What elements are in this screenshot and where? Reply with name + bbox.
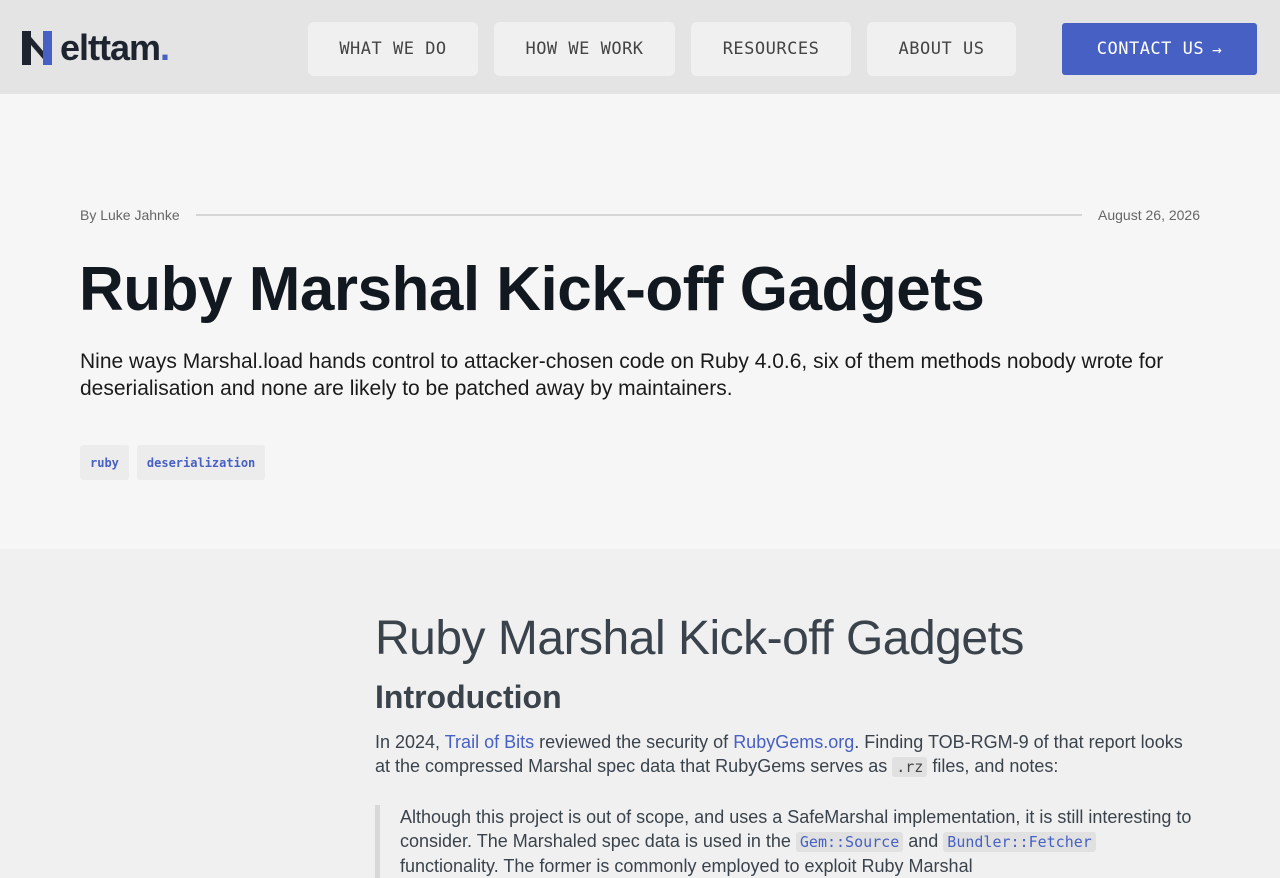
blockquote: Although this project is out of scope, a… — [375, 805, 1195, 878]
tag-list: ruby deserialization — [80, 445, 266, 480]
meta-divider — [195, 214, 1083, 216]
arrow-right-icon: → — [1212, 39, 1223, 59]
article-body: Ruby Marshal Kick-off Gadgets Introducti… — [375, 609, 1195, 878]
tag-deserialization[interactable]: deserialization — [136, 445, 266, 480]
main-nav: WHAT WE DO HOW WE WORK RESOURCES ABOUT U… — [308, 22, 1016, 76]
nav-how-we-work[interactable]: HOW WE WORK — [494, 22, 675, 76]
article-hero: By Luke Jahnke August 26, 2026 Ruby Mars… — [0, 94, 1280, 549]
inline-code: Bundler::Fetcher — [943, 832, 1096, 852]
author-byline: By Luke Jahnke — [80, 207, 180, 223]
nav-what-we-do[interactable]: WHAT WE DO — [308, 22, 478, 76]
contact-us-label: CONTACT US — [1096, 39, 1205, 59]
nav-about-us[interactable]: ABOUT US — [867, 22, 1016, 76]
inline-code: .rz — [892, 757, 928, 777]
logo-wordmark: elttam. — [60, 27, 170, 68]
site-header: elttam. WHAT WE DO HOW WE WORK RESOURCES… — [0, 0, 1280, 94]
article-title: Ruby Marshal Kick-off Gadgets — [375, 612, 1024, 665]
article-meta: By Luke Jahnke August 26, 2026 — [80, 207, 1200, 223]
publish-date: August 26, 2026 — [1098, 207, 1200, 223]
rubygems-link[interactable]: RubyGems.org — [733, 732, 854, 752]
nav-resources[interactable]: RESOURCES — [691, 22, 851, 76]
page-subtitle: Nine ways Marshal.load hands control to … — [80, 350, 1164, 400]
tag-ruby[interactable]: ruby — [80, 445, 129, 480]
contact-us-button[interactable]: CONTACT US → — [1062, 23, 1257, 75]
inline-code: Gem::Source — [795, 832, 904, 852]
logo[interactable]: elttam. — [22, 27, 170, 68]
logo-mark-icon — [22, 31, 52, 65]
page-title: Ruby Marshal Kick-off Gadgets — [79, 255, 985, 324]
intro-paragraph: In 2024, Trail of Bits reviewed the secu… — [375, 732, 1183, 777]
section-heading-introduction: Introduction — [375, 679, 562, 715]
trail-of-bits-link[interactable]: Trail of Bits — [445, 732, 534, 752]
